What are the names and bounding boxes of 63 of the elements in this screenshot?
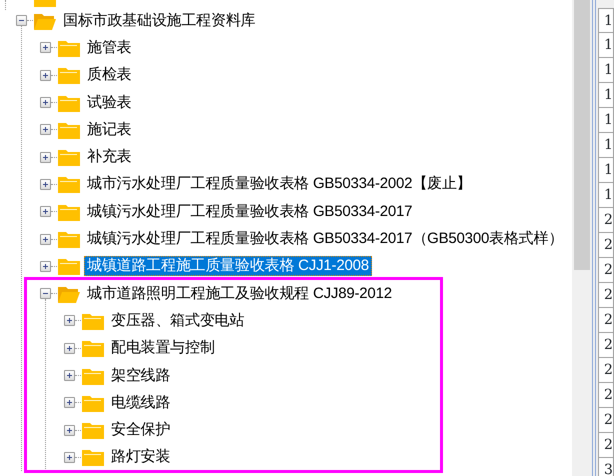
expand-toggle[interactable] [40,70,51,81]
tree-item[interactable]: 试验表 [84,92,134,113]
expand-toggle[interactable] [40,97,51,108]
table-cell: 2 [598,433,614,458]
folder-icon [81,447,105,468]
table-cell: 1 [598,133,614,158]
table-cell: 1 [598,183,614,208]
folder-icon [57,229,81,250]
expand-toggle[interactable] [40,206,51,218]
table-cell: 2 [598,358,614,383]
folder-icon [57,65,81,86]
expand-toggle[interactable] [64,370,75,381]
table-cell: 1 [598,33,614,58]
tree-item[interactable]: 国标市政基础设施工程资料库 [60,10,258,31]
folder-icon [57,147,81,168]
tree-item[interactable]: 城市道路照明工程施工及验收规程 CJJ89-2012 [84,284,395,304]
tree-item[interactable]: 城镇道路工程施工质量验收表格 CJJ1-2008 [84,256,372,276]
tree-item[interactable]: 变压器、箱式变电站 [108,310,248,331]
tree-item[interactable]: 城镇污水处理厂工程质量验收表格 GB50334-2017（GB50300表格式样） [84,229,566,250]
folder-icon [81,338,105,358]
table-cell: 1 [598,58,614,83]
folder-icon [57,174,81,194]
table-cell: 2 [598,208,614,233]
tree-item[interactable]: 城市污水处理厂工程质量验收表格 GB50334-2002【废止】 [84,174,475,194]
tree-item[interactable]: 施管表 [84,38,134,58]
expand-toggle[interactable] [64,452,75,463]
tree-item[interactable]: 施记表 [84,120,134,140]
table-cell: 3 [598,458,614,476]
expand-toggle[interactable] [40,234,51,245]
expand-toggle[interactable] [64,342,75,354]
tree-item[interactable]: 补充表 [84,147,134,168]
expand-toggle[interactable] [64,424,75,436]
table-cell: 2 [598,383,614,408]
table-cell: 2 [598,333,614,358]
folder-icon [57,256,81,276]
table-cell: 2 [598,233,614,258]
tree-item[interactable]: 架空线路 [108,366,174,386]
expand-toggle[interactable] [40,152,51,163]
table-cell: 2 [598,408,614,433]
scrollbar[interactable] [572,0,592,476]
expand-toggle[interactable] [40,42,51,54]
table-cell: 1 [598,8,614,33]
table-cell: 1 [598,158,614,183]
tree-item[interactable]: 安全保护 [108,420,174,440]
folder-icon [81,420,105,440]
table-cell: 1 [598,108,614,133]
expand-toggle[interactable] [64,397,75,408]
table-cell: 2 [598,258,614,283]
collapse-toggle[interactable] [40,288,51,300]
table-cell: 2 [598,308,614,333]
table-cell: 1 [598,83,614,108]
table-cell: 2 [598,283,614,308]
tree-item[interactable]: 城镇污水处理厂工程质量验收表格 GB50334-2017 [84,202,416,222]
expand-toggle[interactable] [64,315,75,326]
tree-item[interactable]: 配电装置与控制 [108,338,218,358]
expand-toggle[interactable] [40,178,51,190]
tree-item[interactable]: 路灯安装 [108,447,174,468]
collapse-toggle[interactable] [16,15,27,26]
expand-toggle[interactable] [40,260,51,272]
scrollbar-thumb[interactable] [574,0,590,270]
tree-item[interactable]: 质检表 [84,65,134,86]
tree-item[interactable]: 电缆线路 [108,392,174,413]
expand-toggle[interactable] [40,124,51,136]
